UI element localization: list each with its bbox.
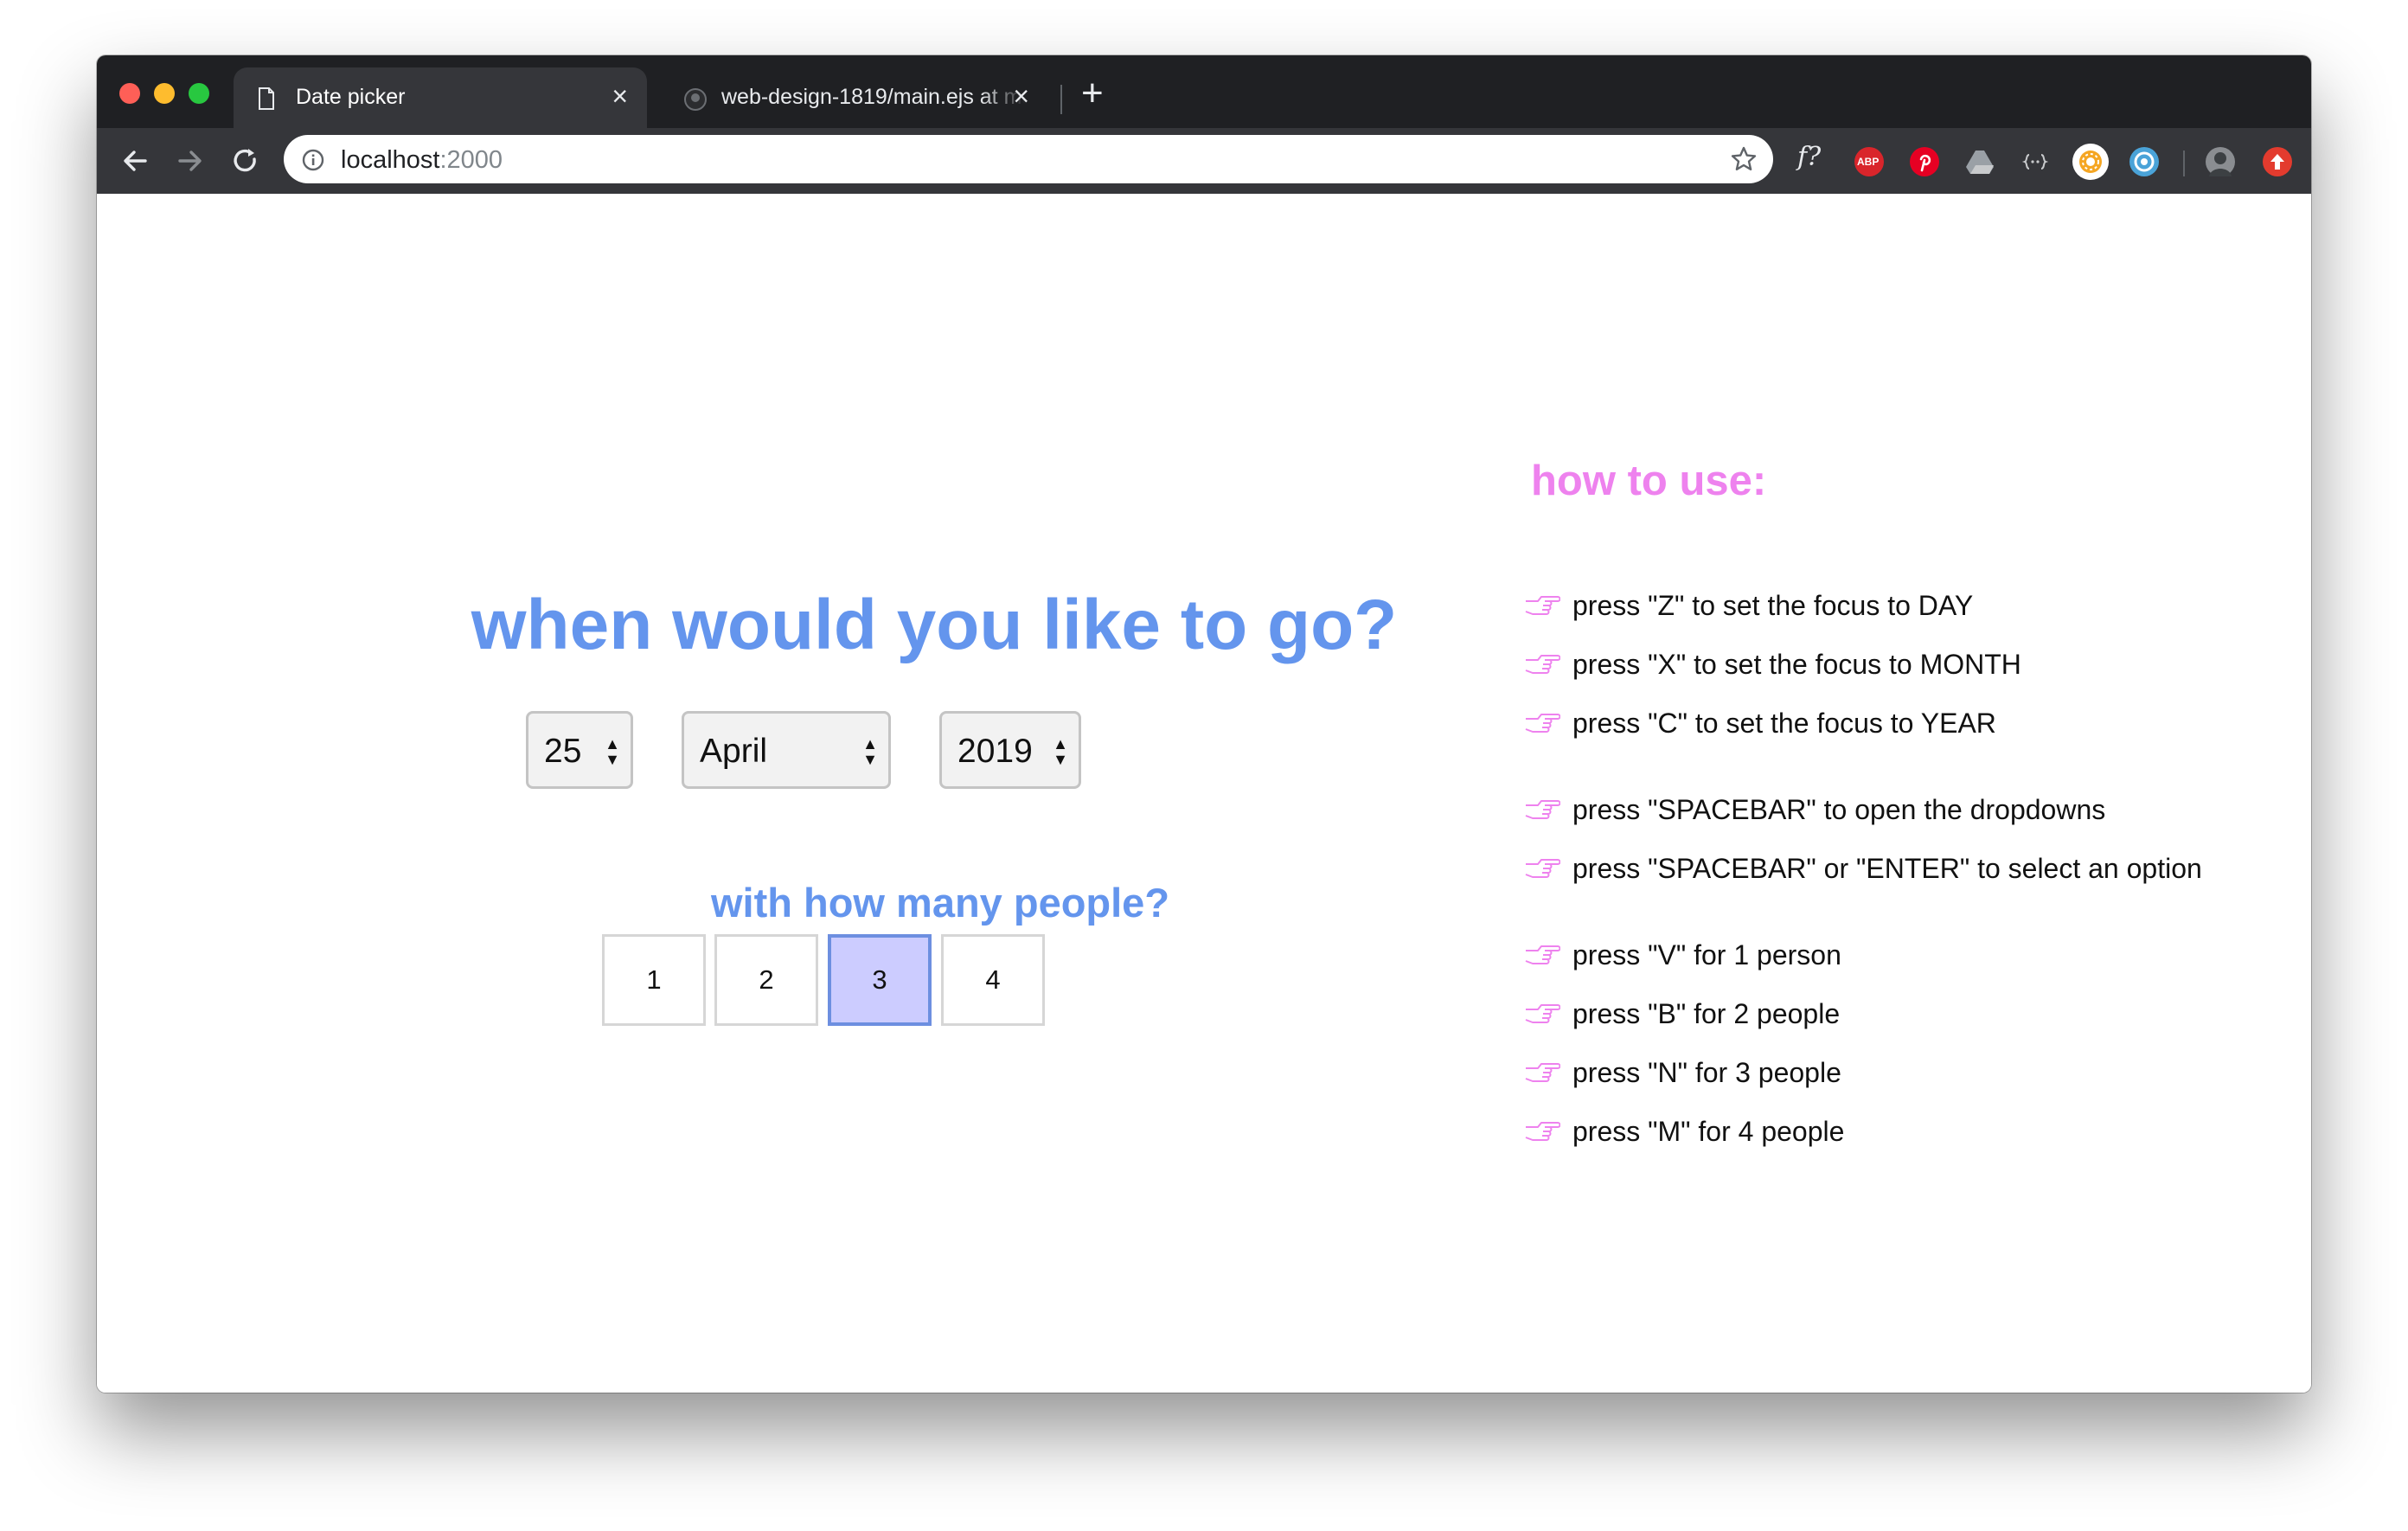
pointing-hand-icon: [1524, 941, 1561, 973]
instruction-text: press "C" to set the focus to YEAR: [1572, 708, 1996, 739]
people-option-2[interactable]: 2: [714, 934, 818, 1026]
document-icon: [258, 87, 275, 116]
window-close-button[interactable]: [119, 83, 140, 104]
pointing-hand-icon: [1524, 1118, 1561, 1150]
instruction-text: press "X" to set the focus to MONTH: [1572, 649, 2021, 680]
instruction-text: press "M" for 4 people: [1572, 1116, 1845, 1147]
browser-toolbar: localhost:2000 f? ABP: [97, 128, 2311, 194]
close-tab-icon[interactable]: ×: [1013, 80, 1029, 112]
select-arrows-icon: ▲ ▼: [862, 735, 878, 768]
adblock-label: ABP: [1857, 156, 1880, 168]
new-tab-button[interactable]: +: [1081, 74, 1104, 112]
pointing-hand-icon: [1524, 1059, 1561, 1091]
instruction-text: press "V" for 1 person: [1572, 939, 1841, 970]
pinterest-icon[interactable]: [1910, 147, 1939, 176]
site-info-icon[interactable]: [301, 148, 325, 176]
select-arrows-icon: ▲ ▼: [605, 735, 620, 768]
tab-separator: [1060, 85, 1062, 114]
url-host: localhost: [341, 146, 440, 174]
day-value: 25: [544, 733, 582, 770]
tab-title: Date picker: [296, 85, 406, 109]
instruction-text: press "Z" to set the focus to DAY: [1572, 590, 1974, 621]
tab-github-main-ejs[interactable]: web-design-1819/main.ejs at master ×: [659, 67, 1048, 128]
page-content: when would you like to go? 25 ▲ ▼ April ▲…: [97, 194, 2311, 1393]
window-minimize-button[interactable]: [154, 83, 175, 104]
adblock-plus-icon[interactable]: ABP: [1854, 147, 1884, 176]
window-maximize-button[interactable]: [189, 83, 209, 104]
address-bar[interactable]: localhost:2000: [284, 135, 1773, 183]
google-drive-icon[interactable]: [1965, 147, 1995, 176]
pointing-hand-icon: [1524, 709, 1561, 741]
tab-strip: Date picker × web-design-1819/main.ejs a…: [97, 55, 2311, 128]
pointing-hand-icon: [1524, 1000, 1561, 1032]
circle-extension-icon[interactable]: [2129, 147, 2159, 176]
reload-icon[interactable]: [230, 145, 261, 176]
tab-title: web-design-1819/main.ejs at master: [721, 85, 1026, 109]
instruction-text: press "B" for 2 people: [1572, 998, 1841, 1029]
pointing-hand-icon: [1524, 796, 1561, 828]
github-icon: [683, 87, 708, 118]
pointing-hand-icon: [1524, 650, 1561, 682]
browser-window: Date picker × web-design-1819/main.ejs a…: [97, 55, 2311, 1393]
back-arrow-icon[interactable]: [119, 145, 150, 176]
year-select[interactable]: 2019 ▲ ▼: [939, 711, 1081, 789]
font-identifier-extension-icon[interactable]: f?: [1797, 142, 1832, 172]
settings-gear-extension-icon[interactable]: [2072, 144, 2109, 180]
toolbar-separator: [2183, 151, 2185, 176]
pointing-hand-icon: [1524, 592, 1561, 624]
instruction-text: press "N" for 3 people: [1572, 1057, 1841, 1088]
how-to-use-heading: how to use:: [1531, 458, 1767, 504]
people-option-1[interactable]: 1: [602, 934, 706, 1026]
date-question-heading: when would you like to go?: [471, 586, 1398, 664]
tab-date-picker[interactable]: Date picker ×: [234, 67, 647, 128]
day-select[interactable]: 25 ▲ ▼: [526, 711, 633, 789]
url-port: :2000: [439, 146, 503, 174]
people-option-3[interactable]: 3: [828, 934, 932, 1026]
instruction-text: press "SPACEBAR" to open the dropdowns: [1572, 794, 2106, 825]
url-text: localhost:2000: [341, 146, 503, 175]
select-arrows-icon: ▲ ▼: [1053, 735, 1068, 768]
close-tab-icon[interactable]: ×: [612, 80, 628, 112]
month-value: April: [700, 733, 768, 770]
pointing-hand-icon: [1524, 855, 1561, 887]
profile-avatar[interactable]: [2206, 147, 2235, 176]
instruction-text: press "SPACEBAR" or "ENTER" to select an…: [1572, 853, 2202, 884]
people-option-4[interactable]: 4: [941, 934, 1045, 1026]
update-arrow-icon[interactable]: [2263, 147, 2292, 176]
year-value: 2019: [957, 733, 1033, 770]
json-viewer-icon[interactable]: [2021, 147, 2050, 176]
forward-arrow-icon[interactable]: [175, 145, 206, 176]
bookmark-star-icon[interactable]: [1730, 145, 1758, 177]
month-select[interactable]: April ▲ ▼: [682, 711, 891, 789]
